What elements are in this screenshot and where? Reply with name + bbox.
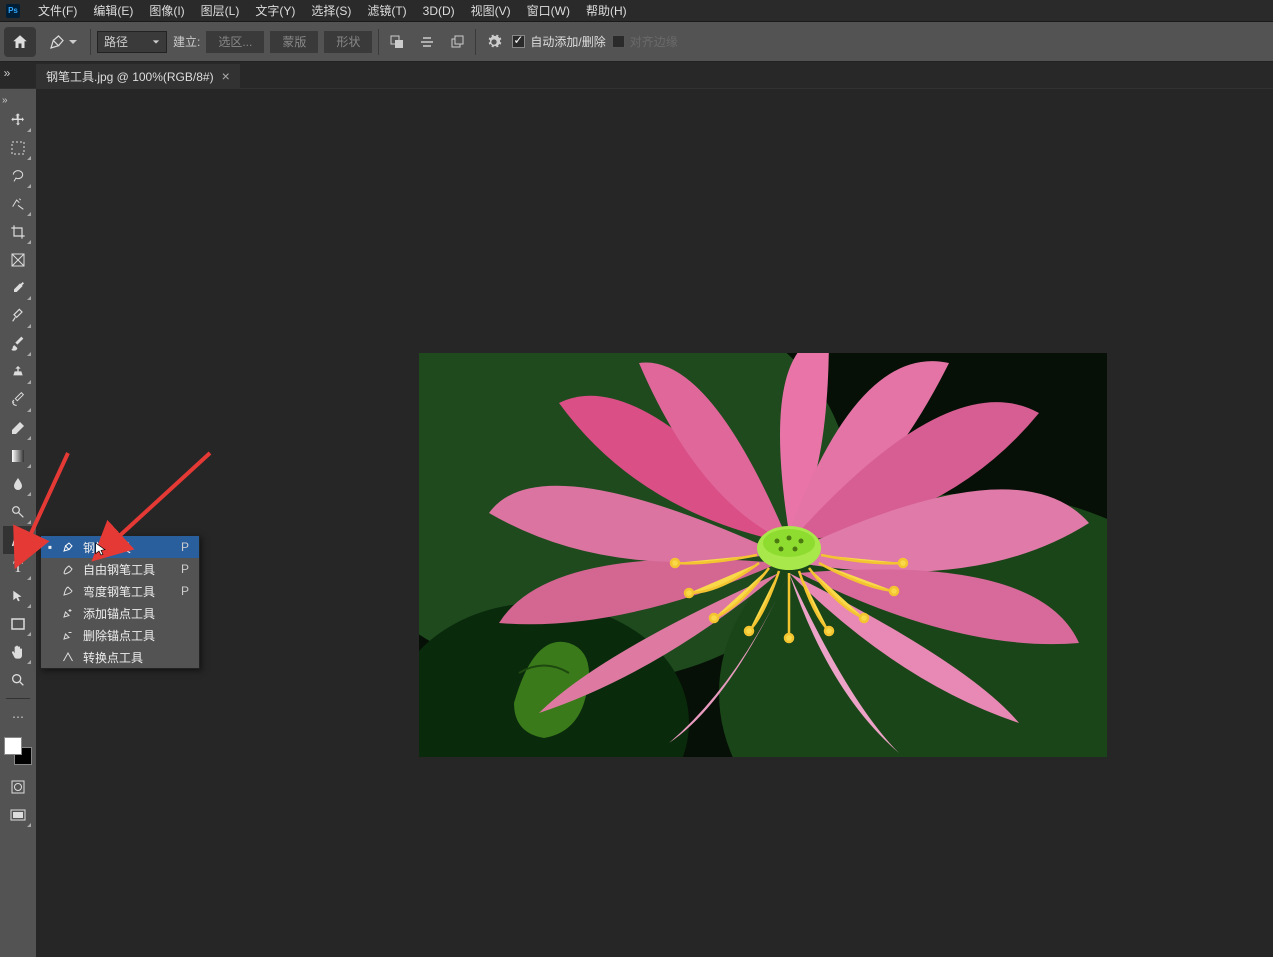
- blur-tool[interactable]: [3, 470, 33, 498]
- flyout-pen-tool[interactable]: ▪ 钢笔工具 P: [41, 536, 199, 558]
- home-button[interactable]: [4, 27, 36, 57]
- pen-mode-select[interactable]: 路径: [97, 31, 167, 53]
- snap-edges-label: 对齐边缘: [630, 33, 678, 50]
- toolbar-collapse-icon[interactable]: »: [0, 95, 8, 106]
- type-tool[interactable]: T: [3, 554, 33, 582]
- snap-edges-toggle: 对齐边缘: [612, 33, 678, 50]
- checkbox-icon: [612, 35, 625, 48]
- brush-tool[interactable]: [3, 330, 33, 358]
- menu-window[interactable]: 窗口(W): [519, 0, 578, 22]
- menu-filter[interactable]: 滤镜(T): [359, 0, 414, 22]
- crop-tool[interactable]: [3, 218, 33, 246]
- path-arrange-icon[interactable]: [445, 30, 469, 54]
- canvas-area[interactable]: [36, 89, 1273, 957]
- quick-select-tool[interactable]: [3, 190, 33, 218]
- flyout-label: 弯度钢笔工具: [83, 583, 173, 600]
- flyout-shortcut: P: [181, 540, 193, 554]
- curve-pen-icon: [61, 585, 75, 597]
- tools-panel: » T ⋯: [0, 89, 36, 957]
- dodge-tool[interactable]: [3, 498, 33, 526]
- pen-plus-icon: [61, 607, 75, 619]
- marquee-tool[interactable]: [3, 134, 33, 162]
- rectangle-tool[interactable]: [3, 610, 33, 638]
- menu-file[interactable]: 文件(F): [30, 0, 85, 22]
- checkbox-checked-icon: [512, 35, 525, 48]
- menu-image[interactable]: 图像(I): [141, 0, 192, 22]
- zoom-tool[interactable]: [3, 666, 33, 694]
- eraser-tool[interactable]: [3, 414, 33, 442]
- document-tab-title: 钢笔工具.jpg @ 100%(RGB/8#): [46, 68, 214, 85]
- pen-tool[interactable]: [3, 526, 33, 554]
- make-shape-button[interactable]: 形状: [324, 31, 372, 53]
- screen-mode-icon[interactable]: [3, 801, 33, 829]
- flyout-label: 添加锚点工具: [83, 605, 173, 622]
- home-icon: [11, 33, 29, 51]
- convert-point-icon: [61, 651, 75, 663]
- flyout-freeform-pen-tool[interactable]: 自由钢笔工具 P: [41, 558, 199, 580]
- auto-add-delete-toggle[interactable]: 自动添加/删除: [512, 33, 605, 50]
- freeform-pen-icon: [61, 563, 75, 575]
- healing-tool[interactable]: [3, 302, 33, 330]
- color-swatch[interactable]: [4, 737, 32, 765]
- make-label: 建立:: [173, 33, 200, 50]
- make-selection-button[interactable]: 选区...: [206, 31, 264, 53]
- chevron-down-icon: [152, 38, 160, 46]
- clone-stamp-tool[interactable]: [3, 358, 33, 386]
- document-image: [419, 353, 1107, 757]
- menu-edit[interactable]: 编辑(E): [85, 0, 141, 22]
- chevron-down-icon: [68, 37, 78, 47]
- panel-expand-icon[interactable]: »: [0, 63, 14, 83]
- path-operations-icon[interactable]: [385, 30, 409, 54]
- hand-tool[interactable]: [3, 638, 33, 666]
- menu-3d[interactable]: 3D(D): [415, 1, 463, 21]
- menu-select[interactable]: 选择(S): [303, 0, 359, 22]
- pen-icon: [61, 541, 75, 553]
- flyout-add-anchor-tool[interactable]: 添加锚点工具: [41, 602, 199, 624]
- menu-help[interactable]: 帮助(H): [578, 0, 635, 22]
- eyedropper-tool[interactable]: [3, 274, 33, 302]
- foreground-color[interactable]: [4, 737, 22, 755]
- menu-layer[interactable]: 图层(L): [193, 0, 248, 22]
- pen-mode-value: 路径: [104, 33, 128, 50]
- flyout-label: 钢笔工具: [83, 539, 173, 556]
- gear-icon[interactable]: [482, 30, 506, 54]
- auto-add-delete-label: 自动添加/删除: [530, 33, 605, 50]
- path-align-icon[interactable]: [415, 30, 439, 54]
- menu-bar: Ps 文件(F) 编辑(E) 图像(I) 图层(L) 文字(Y) 选择(S) 滤…: [0, 0, 1273, 22]
- flyout-label: 自由钢笔工具: [83, 561, 173, 578]
- pen-icon: [48, 33, 66, 51]
- flyout-shortcut: P: [181, 584, 193, 598]
- history-brush-tool[interactable]: [3, 386, 33, 414]
- menu-view[interactable]: 视图(V): [463, 0, 519, 22]
- flyout-curvature-pen-tool[interactable]: 弯度钢笔工具 P: [41, 580, 199, 602]
- active-tool-indicator[interactable]: [42, 33, 84, 51]
- flyout-label: 删除锚点工具: [83, 627, 173, 644]
- frame-tool[interactable]: [3, 246, 33, 274]
- gradient-tool[interactable]: [3, 442, 33, 470]
- path-select-tool[interactable]: [3, 582, 33, 610]
- close-icon[interactable]: ×: [222, 68, 230, 84]
- pen-minus-icon: [61, 629, 75, 641]
- make-mask-button[interactable]: 蒙版: [270, 31, 318, 53]
- pen-tool-flyout: ▪ 钢笔工具 P 自由钢笔工具 P 弯度钢笔工具 P 添加锚点工具 删除锚点工具…: [40, 535, 200, 669]
- flyout-label: 转换点工具: [83, 649, 173, 666]
- lasso-tool[interactable]: [3, 162, 33, 190]
- document-tab-bar: 钢笔工具.jpg @ 100%(RGB/8#) ×: [0, 62, 1273, 88]
- quick-mask-icon[interactable]: [3, 773, 33, 801]
- menu-type[interactable]: 文字(Y): [247, 0, 303, 22]
- app-logo-icon: Ps: [6, 4, 20, 18]
- document-tab[interactable]: 钢笔工具.jpg @ 100%(RGB/8#) ×: [36, 64, 240, 88]
- edit-toolbar-icon[interactable]: ⋯: [3, 703, 33, 731]
- move-tool[interactable]: [3, 106, 33, 134]
- flyout-shortcut: P: [181, 562, 193, 576]
- flyout-convert-point-tool[interactable]: 转换点工具: [41, 646, 199, 668]
- flyout-delete-anchor-tool[interactable]: 删除锚点工具: [41, 624, 199, 646]
- options-bar: 路径 建立: 选区... 蒙版 形状 自动添加/删除 对齐边缘: [0, 22, 1273, 62]
- bullet-icon: ▪: [47, 540, 53, 554]
